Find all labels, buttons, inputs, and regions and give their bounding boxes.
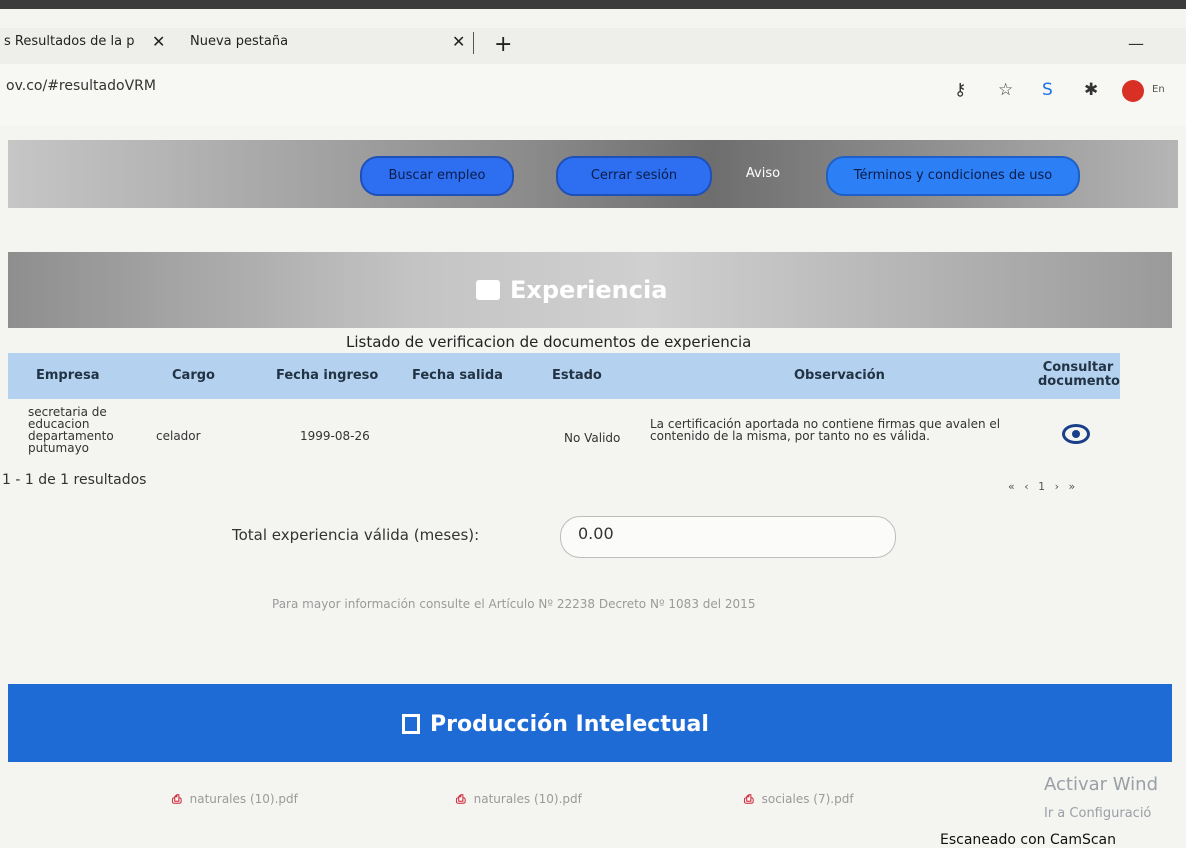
experiencia-title: Experiencia <box>476 276 667 304</box>
tab-label: s Resultados de la p <box>4 34 135 49</box>
site-navbar: Buscar empleo Cerrar sesión Aviso Términ… <box>8 140 1178 208</box>
total-label: Total experiencia válida (meses): <box>232 526 480 544</box>
results-count: 1 - 1 de 1 resultados <box>2 472 147 488</box>
buscar-empleo-button[interactable]: Buscar empleo <box>360 156 514 196</box>
aviso-link[interactable]: Aviso <box>728 156 798 192</box>
star-icon[interactable]: ☆ <box>998 80 1013 100</box>
cerrar-sesion-button[interactable]: Cerrar sesión <box>556 156 712 196</box>
profile-avatar[interactable] <box>1122 80 1144 102</box>
col-fecha-salida: Fecha salida <box>412 368 503 383</box>
terminos-button[interactable]: Términos y condiciones de uso <box>826 156 1080 196</box>
cell-observacion: La certificación aportada no contiene fi… <box>650 417 1001 443</box>
close-icon[interactable]: ✕ <box>152 32 165 51</box>
table-row: secretaria de educacion departamento put… <box>8 400 1120 466</box>
info-text: Para mayor información consulte el Artíc… <box>272 597 756 611</box>
cell-estado: No Valido <box>564 431 621 445</box>
col-empresa: Empresa <box>36 368 100 383</box>
extension-s-icon[interactable]: S <box>1042 80 1053 100</box>
tab-label: Nueva pestaña <box>190 34 289 49</box>
total-value: 0.00 <box>578 524 614 543</box>
col-estado: Estado <box>552 368 602 383</box>
col-consultar: Consultar documento <box>1038 360 1120 389</box>
pdf-icon: ⎙ <box>456 792 466 806</box>
puzzle-icon[interactable]: ✱ <box>1084 80 1098 100</box>
browser-tab-strip: s Resultados de la p ✕ Nueva pestaña ✕ +… <box>0 28 1186 64</box>
file-item[interactable]: ⎙ sociales (7).pdf <box>744 792 854 807</box>
experiencia-title-text: Experiencia <box>510 276 668 304</box>
tab-nueva-pestana[interactable]: Nueva pestaña ✕ <box>190 32 465 51</box>
pdf-icon: ⎙ <box>744 792 754 806</box>
cell-empresa: secretaria de educacion departamento put… <box>28 405 114 455</box>
eye-icon[interactable] <box>1062 424 1090 444</box>
file-name: naturales (10).pdf <box>189 792 298 806</box>
pdf-icon: ⎙ <box>172 792 182 806</box>
lang-label: En <box>1152 84 1165 95</box>
activation-watermark: Activar Wind <box>1044 774 1158 795</box>
cell-fecha-ingreso: 1999-08-26 <box>300 429 370 443</box>
file-name: sociales (7).pdf <box>761 792 854 806</box>
file-name: naturales (10).pdf <box>473 792 582 806</box>
produccion-title-text: Producción Intelectual <box>430 712 709 737</box>
col-observacion: Observación <box>794 368 885 383</box>
list-title: Listado de verificacion de documentos de… <box>346 333 752 351</box>
cell-cargo: celador <box>156 429 201 443</box>
file-item[interactable]: ⎙ naturales (10).pdf <box>456 792 582 807</box>
activation-subtext: Ir a Configuració <box>1044 806 1152 821</box>
book-icon <box>402 714 420 734</box>
minimize-icon[interactable]: — <box>1128 34 1144 53</box>
key-icon[interactable]: ⚷ <box>954 80 966 100</box>
table-header: Empresa Cargo Fecha ingreso Fecha salida… <box>8 353 1120 399</box>
pagination[interactable]: « ‹ 1 › » <box>1008 480 1075 493</box>
col-cargo: Cargo <box>172 368 215 383</box>
tab-resultados[interactable]: s Resultados de la p ✕ <box>4 32 165 51</box>
col-fecha-ingreso: Fecha ingreso <box>276 368 379 383</box>
new-tab-icon[interactable]: + <box>494 32 512 57</box>
address-bar: ov.co/#resultadoVRM ⚷ ☆ S ✱ En <box>0 64 1186 126</box>
screen-top-border <box>0 0 1186 9</box>
experiencia-header: Experiencia <box>8 252 1172 328</box>
file-item[interactable]: ⎙ naturales (10).pdf <box>172 792 298 807</box>
produccion-title: Producción Intelectual <box>402 712 709 737</box>
close-icon[interactable]: ✕ <box>452 32 465 51</box>
url-field[interactable]: ov.co/#resultadoVRM <box>6 78 156 94</box>
produccion-header: Producción Intelectual <box>8 684 1172 762</box>
briefcase-icon <box>476 280 500 300</box>
tab-separator <box>473 32 474 54</box>
scanner-watermark: Escaneado con CamScan <box>940 832 1116 848</box>
